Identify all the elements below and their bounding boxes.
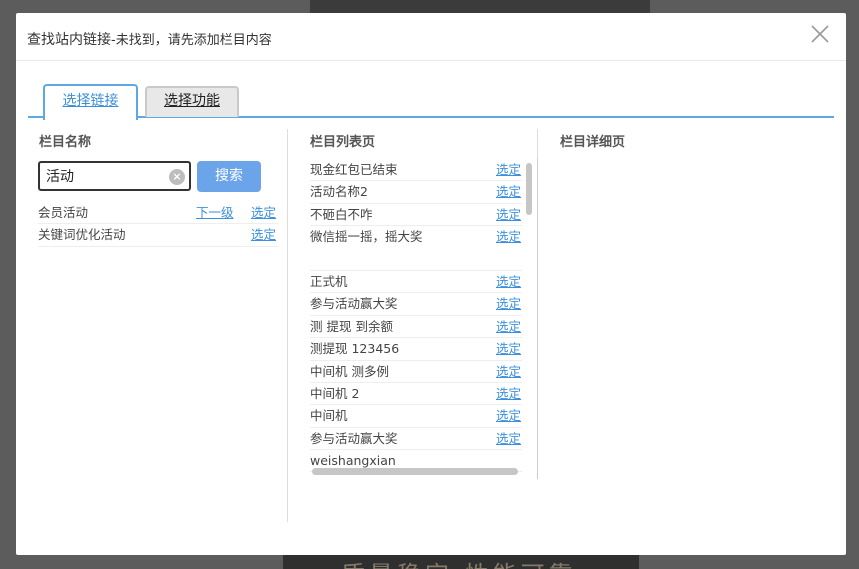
select-link[interactable]: 选定 xyxy=(251,224,276,246)
tab-select-function[interactable]: 选择功能 xyxy=(145,86,239,117)
select-link[interactable]: 选定 xyxy=(496,405,521,427)
dialog-title-text: 查找站内链接 xyxy=(27,32,111,48)
list-item: 不砸白不咋 选定 xyxy=(310,204,522,227)
select-link[interactable]: 选定 xyxy=(496,338,521,360)
background-banner-top xyxy=(310,0,650,14)
tab-select-link[interactable]: 选择链接 xyxy=(43,84,138,120)
category-name-header: 栏目名称 xyxy=(39,135,92,150)
list-page-list: 现金红包已结束 选定 活动名称2 选定 不砸白不咋 选定 微信摇一摇，摇大奖 选定 正式… xyxy=(310,159,522,473)
list-item-name: 参与活动赢大奖 xyxy=(310,430,398,446)
select-link[interactable]: 选定 xyxy=(496,159,521,181)
select-link[interactable]: 选定 xyxy=(496,293,521,315)
search-button[interactable]: 搜索 xyxy=(197,161,261,192)
select-link[interactable]: 选定 xyxy=(496,181,521,203)
column-divider xyxy=(287,129,288,522)
list-item-name: 现金红包已结束 xyxy=(310,162,398,177)
select-link[interactable]: 选定 xyxy=(496,316,521,338)
select-link[interactable]: 选定 xyxy=(496,428,521,450)
dialog-title: 查找站内链接-未找到，请先添加栏目内容 xyxy=(27,29,272,49)
list-item: 中间机 2 选定 xyxy=(310,383,522,406)
detail-page-header: 栏目详细页 xyxy=(560,135,626,150)
list-item: 中间机 测多例 选定 xyxy=(310,361,522,383)
list-item: 正式机 选定 xyxy=(310,271,522,294)
list-item-name: 参与活动赢大奖 xyxy=(310,296,398,312)
category-name: 关键词优化活动 xyxy=(38,227,126,243)
list-item-name: weishangxian xyxy=(310,453,396,469)
search-field[interactable]: × xyxy=(38,161,191,191)
list-item-name: 中间机 测多例 xyxy=(310,363,389,379)
close-icon[interactable] xyxy=(810,24,830,44)
category-list: 会员活动 下一级 选定 关键词优化活动 选定 xyxy=(38,202,278,247)
list-page-header: 栏目列表页 xyxy=(310,135,376,150)
dialog-header: 查找站内链接-未找到，请先添加栏目内容 xyxy=(16,13,846,61)
list-item-name: 测 提现 到余额 xyxy=(310,318,393,334)
vertical-scrollbar-thumb[interactable] xyxy=(526,163,532,215)
select-link[interactable]: 选定 xyxy=(496,361,521,383)
select-link[interactable]: 选定 xyxy=(496,226,521,248)
list-item-name: 不砸白不咋 xyxy=(310,206,373,222)
list-item: 现金红包已结束 选定 xyxy=(310,159,522,182)
select-link[interactable]: 选定 xyxy=(251,202,276,224)
list-item-name: 中间机 xyxy=(310,408,348,424)
list-page-scroll-area[interactable]: 现金红包已结束 选定 活动名称2 选定 不砸白不咋 选定 微信摇一摇，摇大奖 选定 正式… xyxy=(310,159,538,479)
list-item-name: 活动名称2 xyxy=(310,184,368,200)
list-item: 中间机 选定 xyxy=(310,405,522,428)
select-link[interactable]: 选定 xyxy=(496,271,521,293)
list-item: 测 提现 到余额 选定 xyxy=(310,316,522,339)
list-item: 测提现 123456 选定 xyxy=(310,338,522,361)
list-item: 会员活动 下一级 选定 xyxy=(38,202,278,225)
category-name: 会员活动 xyxy=(38,205,89,220)
vertical-scrollbar[interactable] xyxy=(524,161,534,475)
list-item: 关键词优化活动 选定 xyxy=(38,224,278,247)
background-banner-text: 质量稳定 性能可靠 xyxy=(341,555,577,569)
tab-bar: 选择链接 选择功能 xyxy=(28,84,834,120)
next-level-link[interactable]: 下一级 xyxy=(196,202,234,224)
find-link-dialog: 查找站内链接-未找到，请先添加栏目内容 选择链接 选择功能 栏目名称 栏目列表页… xyxy=(16,13,846,555)
list-item: 参与活动赢大奖 选定 xyxy=(310,293,522,316)
list-item-name: 中间机 2 xyxy=(310,385,360,401)
list-item-name: 测提现 123456 xyxy=(310,341,400,357)
horizontal-scrollbar-thumb[interactable] xyxy=(312,468,518,475)
select-link[interactable]: 选定 xyxy=(496,204,521,226)
list-item: 活动名称2 选定 xyxy=(310,181,522,204)
search-input[interactable] xyxy=(40,163,160,189)
select-link[interactable]: 选定 xyxy=(496,383,521,405)
dialog-subtitle: -未找到，请先添加栏目内容 xyxy=(111,33,272,48)
list-item-name: 微信摇一摇，摇大奖 xyxy=(310,229,423,245)
list-item: 参与活动赢大奖 选定 xyxy=(310,428,522,451)
list-item-name: 正式机 xyxy=(310,273,348,289)
clear-icon[interactable]: × xyxy=(169,169,185,185)
background-banner-bottom: 质量稳定 性能可靠 xyxy=(283,553,639,569)
list-item: 微信摇一摇，摇大奖 选定 xyxy=(310,226,522,271)
